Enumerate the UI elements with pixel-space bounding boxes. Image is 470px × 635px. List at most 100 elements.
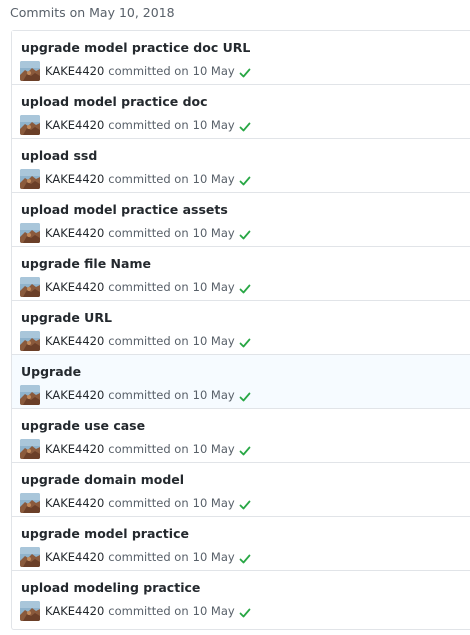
commit-row: upload modeling practice KAKE4420 commit… — [12, 571, 470, 625]
author-avatar[interactable] — [20, 547, 40, 567]
commit-meta: KAKE4420 committed on 10 May — [20, 385, 251, 405]
check-icon[interactable] — [239, 389, 251, 402]
commit-author-link[interactable]: KAKE4420 — [45, 115, 104, 135]
commit-date: 10 May — [192, 388, 235, 402]
commit-author-link[interactable]: KAKE4420 — [45, 493, 104, 513]
check-icon[interactable] — [239, 605, 251, 618]
commit-meta: KAKE4420 committed on 10 May — [20, 277, 251, 297]
committed-on-label: committed on — [108, 172, 189, 186]
committed-on-label: committed on — [108, 226, 189, 240]
check-icon[interactable] — [239, 497, 251, 510]
check-path — [239, 554, 251, 564]
commit-title-link[interactable]: Upgrade — [21, 363, 81, 381]
commit-list: upgrade model practice doc URL KAKE4420 … — [11, 30, 470, 630]
committed-on-label: committed on — [108, 388, 189, 402]
author-avatar[interactable] — [20, 115, 40, 135]
commit-row: upgrade domain model KAKE4420 committed … — [12, 463, 470, 517]
commit-date: 10 May — [192, 226, 235, 240]
commit-title-link[interactable]: upload model practice doc — [21, 93, 208, 111]
commit-meta: KAKE4420 committed on 10 May — [20, 61, 251, 81]
commit-row: upgrade file Name KAKE4420 committed on … — [12, 247, 470, 301]
author-avatar[interactable] — [20, 61, 40, 81]
commit-author-link[interactable]: KAKE4420 — [45, 601, 104, 621]
committed-on-label: committed on — [108, 64, 189, 78]
author-avatar[interactable] — [20, 223, 40, 243]
commit-author-link[interactable]: KAKE4420 — [45, 277, 104, 297]
commit-date: 10 May — [192, 550, 235, 564]
commit-meta: KAKE4420 committed on 10 May — [20, 439, 251, 459]
commit-row: upgrade model practice doc URL KAKE4420 … — [12, 31, 470, 85]
check-path — [239, 392, 251, 402]
commit-date: 10 May — [192, 64, 235, 78]
commit-row: Upgrade KAKE4420 committed on 10 May — [12, 355, 470, 409]
commit-date: 10 May — [192, 118, 235, 132]
commit-title-link[interactable]: upload ssd — [21, 147, 97, 165]
check-path — [239, 608, 251, 618]
committed-on-label: committed on — [108, 604, 189, 618]
author-avatar[interactable] — [20, 277, 40, 297]
author-avatar[interactable] — [20, 169, 40, 189]
check-icon[interactable] — [239, 119, 251, 132]
check-icon[interactable] — [239, 227, 251, 240]
commit-title-link[interactable]: upgrade model practice doc URL — [21, 39, 250, 57]
commit-row: upgrade use case KAKE4420 committed on 1… — [12, 409, 470, 463]
author-avatar[interactable] — [20, 439, 40, 459]
commit-row: upload model practice doc KAKE4420 commi… — [12, 85, 470, 139]
check-icon[interactable] — [239, 281, 251, 294]
check-path — [239, 68, 251, 78]
commit-date: 10 May — [192, 334, 235, 348]
commit-title-link[interactable]: upgrade model practice — [21, 525, 189, 543]
commit-title-link[interactable]: upgrade URL — [21, 309, 112, 327]
author-avatar[interactable] — [20, 331, 40, 351]
commit-row: upload model practice assets KAKE4420 co… — [12, 193, 470, 247]
committed-on-label: committed on — [108, 280, 189, 294]
commit-date: 10 May — [192, 496, 235, 510]
check-path — [239, 122, 251, 132]
commit-row: upgrade model practice KAKE4420 committe… — [12, 517, 470, 571]
commit-author-link[interactable]: KAKE4420 — [45, 547, 104, 567]
commit-author-link[interactable]: KAKE4420 — [45, 61, 104, 81]
commit-author-link[interactable]: KAKE4420 — [45, 223, 104, 243]
commit-row: upgrade URL KAKE4420 committed on 10 May — [12, 301, 470, 355]
commit-meta: KAKE4420 committed on 10 May — [20, 601, 251, 621]
check-icon[interactable] — [239, 173, 251, 186]
commit-date: 10 May — [192, 604, 235, 618]
check-icon[interactable] — [239, 335, 251, 348]
author-avatar[interactable] — [20, 601, 40, 621]
committed-on-label: committed on — [108, 442, 189, 456]
check-path — [239, 230, 251, 240]
commit-title-link[interactable]: upgrade domain model — [21, 471, 184, 489]
commit-author-link[interactable]: KAKE4420 — [45, 331, 104, 351]
check-icon[interactable] — [239, 443, 251, 456]
committed-on-label: committed on — [108, 496, 189, 510]
commit-author-link[interactable]: KAKE4420 — [45, 439, 104, 459]
commit-date: 10 May — [192, 442, 235, 456]
commit-title-link[interactable]: upload modeling practice — [21, 579, 200, 597]
commit-meta: KAKE4420 committed on 10 May — [20, 331, 251, 351]
check-path — [239, 446, 251, 456]
commit-meta: KAKE4420 committed on 10 May — [20, 223, 251, 243]
commit-author-link[interactable]: KAKE4420 — [45, 169, 104, 189]
committed-on-label: committed on — [108, 334, 189, 348]
commits-date-heading: Commits on May 10, 2018 — [10, 5, 175, 20]
commit-meta: KAKE4420 committed on 10 May — [20, 493, 251, 513]
check-path — [239, 500, 251, 510]
commit-title-link[interactable]: upgrade file Name — [21, 255, 151, 273]
commit-title-link[interactable]: upload model practice assets — [21, 201, 228, 219]
check-path — [239, 284, 251, 294]
committed-on-label: committed on — [108, 118, 189, 132]
check-path — [239, 176, 251, 186]
commit-row: upload ssd KAKE4420 committed on 10 May — [12, 139, 470, 193]
commit-meta: KAKE4420 committed on 10 May — [20, 547, 251, 567]
author-avatar[interactable] — [20, 493, 40, 513]
commit-meta: KAKE4420 committed on 10 May — [20, 169, 251, 189]
author-avatar[interactable] — [20, 385, 40, 405]
check-icon[interactable] — [239, 65, 251, 78]
committed-on-label: committed on — [108, 550, 189, 564]
commit-title-link[interactable]: upgrade use case — [21, 417, 145, 435]
check-path — [239, 338, 251, 348]
check-icon[interactable] — [239, 551, 251, 564]
commit-meta: KAKE4420 committed on 10 May — [20, 115, 251, 135]
commit-date: 10 May — [192, 172, 235, 186]
commit-author-link[interactable]: KAKE4420 — [45, 385, 104, 405]
